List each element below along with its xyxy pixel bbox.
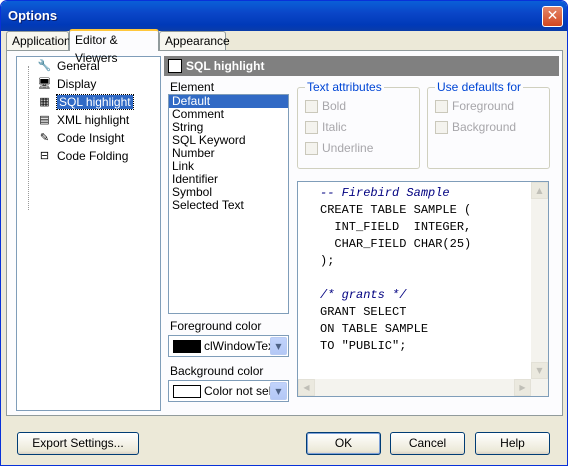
scroll-up-icon[interactable]: ▲ [531,182,548,199]
tree-item-sql-highlight[interactable]: ▦ SQL highlight [19,94,134,111]
bold-checkbox[interactable]: Bold [305,100,346,113]
close-button[interactable]: ✕ [542,6,563,27]
foreground-color-label: Foreground color [170,319,262,333]
xml-doc-icon: ▤ [39,114,50,126]
close-icon: ✕ [546,8,559,24]
preview-code: -- Firebird Sample CREATE TABLE SAMPLE ( … [320,185,471,355]
grid-icon: ▦ [39,96,50,108]
options-tree[interactable]: 🔧 General 🖥 Display ▦ SQL highlight ▤ XM… [16,56,161,411]
checkbox-box [305,142,318,155]
background-default-checkbox[interactable]: Background [435,121,516,134]
export-settings-button[interactable]: Export Settings... [17,432,139,455]
pencil-doc-icon: ✎ [39,132,50,144]
panel-title: SQL highlight [186,59,265,73]
tab-appearance[interactable]: Appearance [159,31,230,51]
horizontal-scrollbar[interactable]: ◀ ▶ [298,379,531,396]
tree-item-code-insight[interactable]: ✎ Code Insight [19,130,125,147]
tab-label: Application [12,34,71,48]
checkbox-label: Underline [322,141,374,155]
tab-application[interactable]: Application [6,31,71,51]
folding-icon: ⊟ [39,150,50,162]
checkbox-label: Italic [322,120,347,134]
checkbox-box [435,100,448,113]
tree-item-code-folding[interactable]: ⊟ Code Folding [19,148,129,165]
tree-item-xml-highlight[interactable]: ▤ XML highlight [19,112,129,129]
tree-item-label: Code Insight [57,131,125,145]
italic-checkbox[interactable]: Italic [305,121,347,134]
tree-item-label: SQL highlight [56,94,134,110]
code-line: ); [320,254,335,268]
code-line: INT_FIELD INTEGER, [320,220,472,234]
tab-label: Appearance [165,34,230,48]
list-item[interactable]: Selected Text [169,199,288,212]
checkbox-label: Background [452,120,517,134]
window-title: Options [8,8,58,23]
chevron-down-icon[interactable]: ▼ [270,337,287,355]
combo-value: clWindowTex [204,339,270,353]
group-label: Use defaults for [435,80,524,94]
options-dialog: Options ✕ Application Editor & Viewers A… [0,0,568,466]
checkbox-label: Foreground [452,99,515,113]
tab-editor-viewers[interactable]: Editor & Viewers [69,29,159,65]
scroll-down-icon[interactable]: ▼ [531,362,548,379]
element-listbox[interactable]: Default Comment String SQL Keyword Numbe… [168,94,289,314]
code-line: CHAR_FIELD CHAR(25) [320,237,472,251]
chevron-down-icon[interactable]: ▼ [270,382,287,400]
foreground-default-checkbox[interactable]: Foreground [435,100,514,113]
monitor-icon: 🖥 [37,78,52,90]
element-label: Element [170,80,215,94]
checkbox-box [305,121,318,134]
code-line: -- Firebird Sample [320,186,450,200]
sql-preview[interactable]: -- Firebird Sample CREATE TABLE SAMPLE ( … [297,181,549,397]
code-line: GRANT SELECT [320,305,407,319]
color-swatch [173,385,201,398]
use-defaults-group: Use defaults for Foreground Background [427,80,550,169]
group-label: Text attributes [305,80,384,94]
cancel-button[interactable]: Cancel [390,432,465,455]
text-attributes-group: Text attributes Bold Italic Underline [297,80,420,169]
tab-label: Editor & Viewers [75,33,118,65]
code-line: /* grants */ [320,288,407,302]
background-color-combo[interactable]: Color not sele ▼ [168,380,289,402]
color-swatch [173,340,201,353]
tree-item-label: XML highlight [57,113,130,127]
scroll-right-icon[interactable]: ▶ [514,379,531,396]
checkbox-box [435,121,448,134]
grid-icon [168,59,182,73]
help-button[interactable]: Help [475,432,550,455]
underline-checkbox[interactable]: Underline [305,142,373,155]
tree-item-display[interactable]: 🖥 Display [19,76,97,93]
ok-button[interactable]: OK [306,432,381,455]
foreground-color-combo[interactable]: clWindowTex ▼ [168,335,289,357]
tree-item-label: Code Folding [57,149,129,163]
vertical-scrollbar[interactable]: ▲ ▼ [531,182,548,396]
panel-header: SQL highlight [164,56,559,76]
checkbox-label: Bold [322,99,347,113]
wrench-icon: 🔧 [37,60,52,72]
combo-value: Color not sele [204,384,270,398]
code-line: TO "PUBLIC"; [320,339,407,353]
checkbox-box [305,100,318,113]
title-bar[interactable]: Options ✕ [1,1,567,31]
code-line: ​ [320,270,471,287]
code-line: CREATE TABLE SAMPLE ( [320,203,472,217]
background-color-label: Background color [170,364,264,378]
tree-item-label: Display [57,77,97,91]
code-line: ON TABLE SAMPLE [320,322,429,336]
scroll-left-icon[interactable]: ◀ [298,379,315,396]
